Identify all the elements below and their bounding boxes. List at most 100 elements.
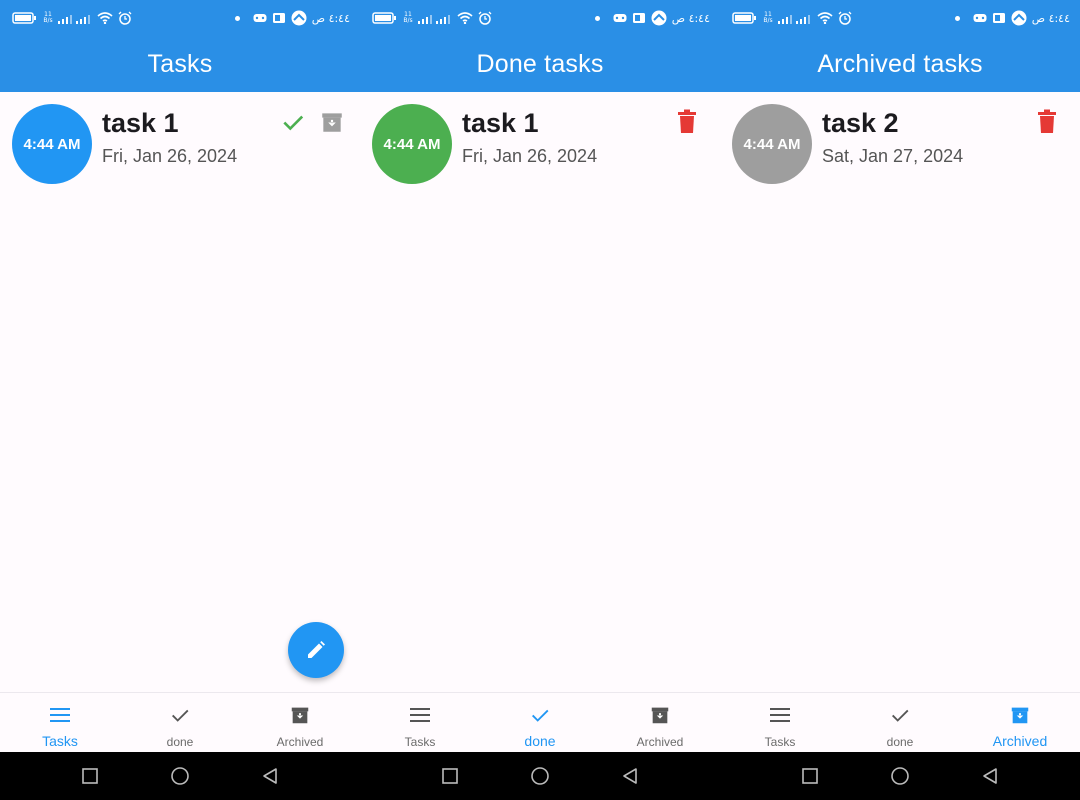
square-icon	[82, 768, 98, 784]
task-title: task 1	[102, 108, 179, 138]
status-time: ٤:٤٤ ص	[1031, 11, 1070, 25]
bottom-nav: Tasks done Archived	[360, 692, 720, 752]
task-item[interactable]: 4:44 AM task 1 Fri, Jan 26, 2024	[372, 104, 712, 184]
nav-tab-tasks[interactable]: Tasks	[720, 693, 840, 752]
task-date: Sat, Jan 27, 2024	[822, 146, 964, 166]
nav-tab-archived[interactable]: Archived	[600, 693, 720, 752]
app-icon	[1011, 10, 1027, 26]
edit-icon	[308, 641, 325, 658]
task-time-avatar: 4:44 AM	[732, 104, 812, 184]
task-item[interactable]: 4:44 AM task 1 Fri, Jan 26, 2024	[12, 104, 352, 184]
alarm-icon	[478, 11, 492, 25]
app-bar: Tasks	[0, 36, 360, 92]
home-button[interactable]	[169, 765, 191, 787]
delete-button[interactable]	[673, 108, 701, 136]
task-time-avatar: 4:44 AM	[12, 104, 92, 184]
delete-button[interactable]	[1033, 108, 1061, 136]
nav-label: Archived	[636, 735, 684, 749]
nav-tab-done[interactable]: done	[840, 693, 960, 752]
network-speed: 11 B/s	[43, 11, 53, 24]
recents-button[interactable]	[799, 765, 821, 787]
recents-button[interactable]	[79, 765, 101, 787]
archive-button[interactable]	[318, 108, 346, 136]
task-title: task 2	[822, 108, 899, 138]
notification-dot	[234, 15, 240, 21]
trash-icon	[1038, 109, 1056, 133]
app-bar: Done tasks	[360, 36, 720, 92]
nav-tab-archived[interactable]: Archived	[960, 693, 1080, 752]
triangle-back-icon	[263, 768, 277, 784]
screen-tasks: 11 B/s ٤:٤٤ ص Tasks 4:44 AM task 1 Fri, …	[0, 0, 360, 800]
check-icon	[169, 703, 191, 727]
nav-label: Archived	[992, 733, 1048, 749]
page-title: Tasks	[147, 49, 213, 78]
home-button[interactable]	[529, 765, 551, 787]
triangle-back-icon	[623, 768, 637, 784]
game-icon	[253, 13, 267, 23]
menu-icon	[49, 703, 71, 727]
notification-dot	[594, 15, 600, 21]
menu-icon	[409, 703, 431, 727]
check-icon	[889, 703, 911, 727]
square-icon	[442, 768, 458, 784]
nav-label: Tasks	[404, 735, 436, 749]
nav-tab-archived[interactable]: Archived	[240, 693, 360, 752]
system-nav-bar	[360, 752, 720, 800]
nav-tab-tasks[interactable]: Tasks	[360, 693, 480, 752]
network-speed: 11 B/s	[403, 11, 413, 24]
bottom-nav: Tasks done Archived	[0, 692, 360, 752]
network-speed: 11 B/s	[763, 11, 773, 24]
recents-button[interactable]	[439, 765, 461, 787]
page-title: Archived tasks	[817, 49, 983, 78]
task-title: task 1	[462, 108, 539, 138]
screen-done-tasks: 11 B/s ٤:٤٤ ص Done tasks 4:44 AM task 1 …	[360, 0, 720, 800]
nav-label: Archived	[276, 735, 324, 749]
notification-dot	[954, 15, 960, 21]
bottom-nav: Tasks done Archived	[720, 692, 1080, 752]
back-button[interactable]	[979, 765, 1001, 787]
battery-icon	[12, 12, 38, 24]
system-nav-bar	[0, 752, 360, 800]
circle-icon	[891, 767, 909, 785]
alarm-icon	[838, 11, 852, 25]
signal-icon	[778, 12, 812, 24]
game-icon	[973, 13, 987, 23]
game-icon	[613, 13, 627, 23]
check-icon	[529, 703, 551, 727]
status-time: ٤:٤٤ ص	[671, 11, 710, 25]
wifi-icon	[817, 12, 833, 24]
status-time: ٤:٤٤ ص	[311, 11, 350, 25]
nav-tab-done[interactable]: done	[120, 693, 240, 752]
mark-done-button[interactable]	[279, 108, 307, 136]
triangle-back-icon	[983, 768, 997, 784]
task-time-avatar: 4:44 AM	[372, 104, 452, 184]
nav-label: Tasks	[42, 733, 78, 749]
archive-icon	[1009, 703, 1031, 727]
nav-label: done	[524, 733, 556, 749]
nav-tab-tasks[interactable]: Tasks	[0, 693, 120, 752]
task-item[interactable]: 4:44 AM task 2 Sat, Jan 27, 2024	[732, 104, 1072, 184]
back-button[interactable]	[619, 765, 641, 787]
signal-icon	[418, 12, 452, 24]
trash-icon	[678, 109, 696, 133]
status-bar: 11 B/s ٤:٤٤ ص	[0, 0, 360, 36]
app-bar: Archived tasks	[720, 36, 1080, 92]
app-icon	[651, 10, 667, 26]
nav-label: Tasks	[764, 735, 796, 749]
outlook-icon	[632, 11, 646, 25]
back-button[interactable]	[259, 765, 281, 787]
archive-icon	[322, 113, 342, 132]
app-icon	[291, 10, 307, 26]
nav-tab-done[interactable]: done	[480, 693, 600, 752]
circle-icon	[531, 767, 549, 785]
outlook-icon	[992, 11, 1006, 25]
home-button[interactable]	[889, 765, 911, 787]
add-task-fab[interactable]	[288, 622, 344, 678]
task-date: Fri, Jan 26, 2024	[102, 146, 238, 166]
status-bar: 11 B/s ٤:٤٤ ص	[720, 0, 1080, 36]
circle-icon	[171, 767, 189, 785]
system-nav-bar	[720, 752, 1080, 800]
page-title: Done tasks	[476, 49, 604, 78]
nav-label: done	[886, 735, 914, 749]
status-bar: 11 B/s ٤:٤٤ ص	[360, 0, 720, 36]
